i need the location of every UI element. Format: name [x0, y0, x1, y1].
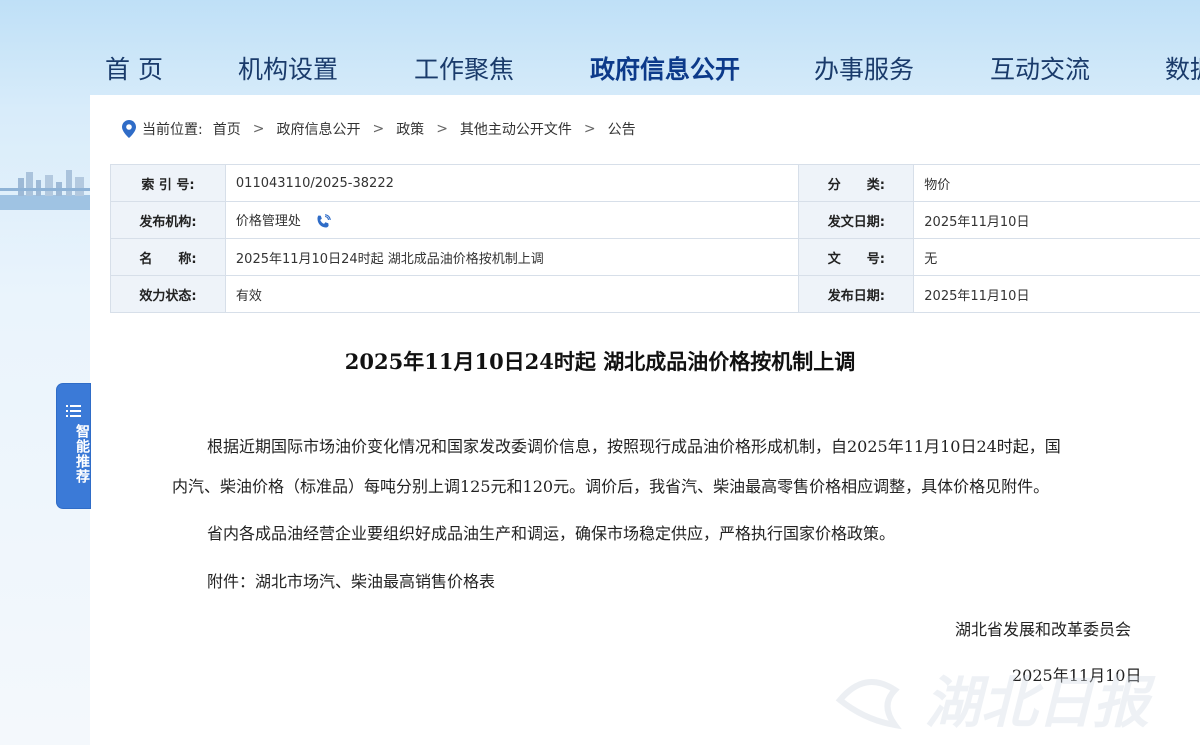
smart-recommend-tab[interactable]: 智能推荐 [57, 384, 90, 508]
signature-organization: 湖北省发展和改革委员会 [955, 620, 1132, 639]
category-label: 分 类: [798, 164, 915, 202]
index-value: 011043110/2025-38222 [224, 164, 800, 202]
breadcrumb-gov-info[interactable]: 政府信息公开 [276, 119, 360, 139]
menu-lines-icon [66, 405, 81, 417]
status-value: 有效 [224, 275, 800, 313]
article-title: 2025年11月10日24时起 湖北成品油价格按机制上调 [344, 349, 856, 374]
table-row: 名 称: 2025年11月10日24时起 湖北成品油价格按机制上调 文 号: 无 [110, 238, 1200, 276]
breadcrumb-separator: > [372, 121, 385, 137]
doc-number-value: 无 [913, 238, 1200, 276]
nav-item-gov-info[interactable]: 政府信息公开 [590, 50, 740, 86]
issuer-value: 价格管理处 [235, 214, 301, 230]
issue-date-value: 2025年11月10日 [913, 201, 1200, 239]
issue-date-label: 发文日期: [798, 201, 915, 239]
watermark-text: 湖北日报 [925, 670, 1156, 736]
breadcrumb-separator: > [583, 121, 596, 137]
issuer-label: 发布机构: [110, 201, 226, 239]
article-paragraph-1-line-1: 根据近期国际市场油价变化情况和国家发改委调价信息，按照现行成品油价格形成机制，自… [207, 437, 1061, 456]
article-paragraph-1-line-2: 内汽、柴油价格（标准品）每吨分别上调125元和120元。调价后，我省汽、柴油最高… [172, 477, 1050, 496]
category-value: 物价 [913, 164, 1200, 202]
nav-item-organization[interactable]: 机构设置 [238, 50, 338, 86]
breadcrumb-prefix: 当前位置: [142, 122, 203, 138]
main-navigation: 首 页 机构设置 工作聚焦 政府信息公开 办事服务 互动交流 数据 [0, 0, 1200, 95]
publish-date-value: 2025年11月10日 [913, 275, 1200, 313]
nav-item-data[interactable]: 数据 [1165, 50, 1200, 86]
nav-item-interaction[interactable]: 互动交流 [990, 50, 1090, 86]
status-label: 效力状态: [110, 275, 226, 313]
breadcrumb-separator: > [436, 121, 448, 137]
city-skyline-decoration [0, 170, 95, 210]
smart-recommend-label: 智能推荐 [74, 424, 90, 484]
location-pin-icon [122, 120, 136, 138]
article-paragraph-2: 省内各成品油经营企业要组织好成品油生产和调运，确保市场稳定供应，严格执行国家价格… [207, 524, 896, 543]
table-row: 效力状态: 有效 发布日期: 2025年11月10日 [110, 275, 1200, 313]
breadcrumb-separator: > [252, 121, 265, 137]
breadcrumb-home[interactable]: 首页 [213, 119, 241, 139]
name-label: 名 称: [110, 238, 226, 276]
content-panel: 当前位置: 首页 > 政府信息公开 > 政策 > 其他主动公开文件 > 公告 索… [90, 95, 1200, 745]
index-label: 索 引 号: [110, 164, 226, 202]
document-metadata-table: 索 引 号: 011043110/2025-38222 分 类: 物价 发布机构… [110, 164, 1200, 313]
breadcrumb-other-docs[interactable]: 其他主动公开文件 [460, 119, 572, 139]
breadcrumb: 当前位置: 首页 > 政府信息公开 > 政策 > 其他主动公开文件 > 公告 [122, 119, 636, 139]
doc-number-label: 文 号: [798, 238, 915, 276]
table-row: 索 引 号: 011043110/2025-38222 分 类: 物价 [110, 164, 1200, 202]
publish-date-label: 发布日期: [798, 275, 915, 313]
phone-icon[interactable] [315, 214, 331, 230]
issuer-cell: 价格管理处 [224, 201, 800, 239]
breadcrumb-notice[interactable]: 公告 [608, 119, 636, 139]
newspaper-logo-watermark: 湖北日报 [835, 670, 1156, 736]
breadcrumb-policy[interactable]: 政策 [396, 119, 424, 139]
attachment-link[interactable]: 附件：湖北市场汽、柴油最高销售价格表 [207, 568, 495, 592]
nav-item-home[interactable]: 首 页 [105, 50, 163, 86]
name-value: 2025年11月10日24时起 湖北成品油价格按机制上调 [224, 238, 800, 276]
nav-item-services[interactable]: 办事服务 [814, 50, 914, 86]
table-row: 发布机构: 价格管理处 发文日期: 2025年11月10日 [110, 201, 1200, 239]
nav-item-work-focus[interactable]: 工作聚焦 [414, 50, 514, 86]
